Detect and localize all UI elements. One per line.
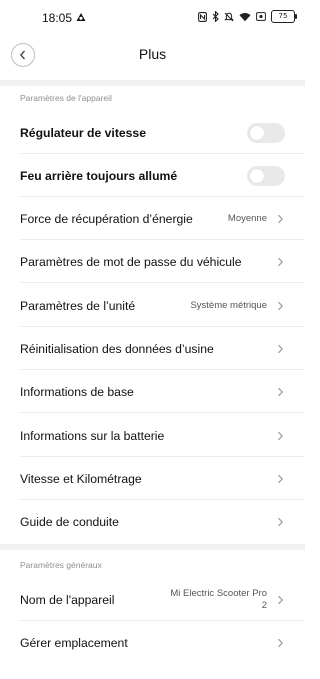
row-label: Régulateur de vitesse — [20, 125, 146, 140]
section-divider-band — [0, 544, 305, 550]
row-basic-info[interactable]: Informations de base — [0, 370, 305, 413]
row-device-name[interactable]: Nom de l'appareil Mi Electric Scooter Pr… — [0, 578, 305, 621]
device-name-value-line1: Mi Electric Scooter Pro — [170, 587, 267, 599]
row-label: Vitesse et Kilométrage — [20, 471, 142, 486]
row-battery-info[interactable]: Informations sur la batterie — [0, 414, 305, 457]
chevron-right-icon — [278, 257, 284, 266]
row-cruise-control[interactable]: Régulateur de vitesse — [0, 111, 305, 154]
row-tail-light[interactable]: Feu arrière toujours allumé — [0, 154, 305, 197]
chevron-right-icon — [278, 638, 284, 647]
row-value: Système métrique — [190, 300, 267, 311]
divider — [20, 282, 305, 283]
row-label: Informations sur la batterie — [20, 428, 165, 443]
row-label: Nom de l'appareil — [20, 592, 115, 607]
row-label: Paramètres de mot de passe du véhicule — [20, 254, 242, 269]
silent-icon — [224, 12, 234, 21]
screen-record-icon — [256, 12, 266, 21]
row-manage-location[interactable]: Gérer emplacement — [0, 621, 305, 664]
row-energy-recovery[interactable]: Force de récupération d’énergie Moyenne — [0, 197, 305, 240]
row-value: Moyenne — [227, 213, 267, 224]
toggle-knob — [250, 125, 264, 140]
divider — [20, 412, 305, 413]
cruise-control-toggle[interactable] — [247, 122, 285, 143]
chevron-right-icon — [278, 517, 284, 526]
row-unit-settings[interactable]: Paramètres de l’unité Système métrique — [0, 284, 305, 327]
row-label: Force de récupération d’énergie — [20, 211, 193, 226]
chevron-right-icon — [278, 595, 284, 604]
section-title-device-settings: Paramètres de l'appareil — [20, 93, 112, 103]
section-title-general-settings: Paramètres généraux — [20, 560, 102, 570]
page-title: Plus — [138, 46, 167, 62]
chevron-right-icon — [278, 431, 284, 440]
device-name-value: Mi Electric Scooter Pro 2 — [147, 588, 267, 612]
nfc-icon — [198, 11, 207, 22]
bluetooth-icon — [212, 11, 219, 22]
chevron-right-icon — [278, 344, 284, 353]
status-icons: 75 — [198, 10, 297, 23]
status-bar: 18:05 75 — [0, 0, 305, 36]
toggle-knob — [250, 168, 264, 183]
row-factory-reset[interactable]: Réinitialisation des données d’usine — [0, 327, 305, 370]
row-vehicle-password[interactable]: Paramètres de mot de passe du véhicule — [0, 240, 305, 283]
wifi-icon — [239, 12, 251, 21]
app-notification-icon — [76, 13, 86, 21]
row-label: Paramètres de l’unité — [20, 298, 136, 313]
row-label: Gérer emplacement — [20, 635, 128, 650]
tail-light-toggle[interactable] — [247, 165, 285, 186]
section-divider-band — [0, 80, 305, 86]
top-bar: Plus — [0, 36, 305, 80]
row-riding-guide[interactable]: Guide de conduite — [0, 500, 305, 543]
row-label: Informations de base — [20, 384, 134, 399]
chevron-right-icon — [278, 214, 284, 223]
chevron-right-icon — [278, 474, 284, 483]
device-name-value-line2: 2 — [261, 599, 267, 611]
row-label: Feu arrière toujours allumé — [20, 168, 178, 183]
row-label: Réinitialisation des données d’usine — [20, 341, 214, 356]
chevron-right-icon — [278, 301, 284, 310]
row-label: Guide de conduite — [20, 514, 119, 529]
chevron-right-icon — [278, 387, 284, 396]
row-speed-mileage[interactable]: Vitesse et Kilométrage — [0, 457, 305, 500]
status-time: 18:05 — [42, 11, 73, 25]
battery-icon: 75 — [271, 10, 297, 23]
